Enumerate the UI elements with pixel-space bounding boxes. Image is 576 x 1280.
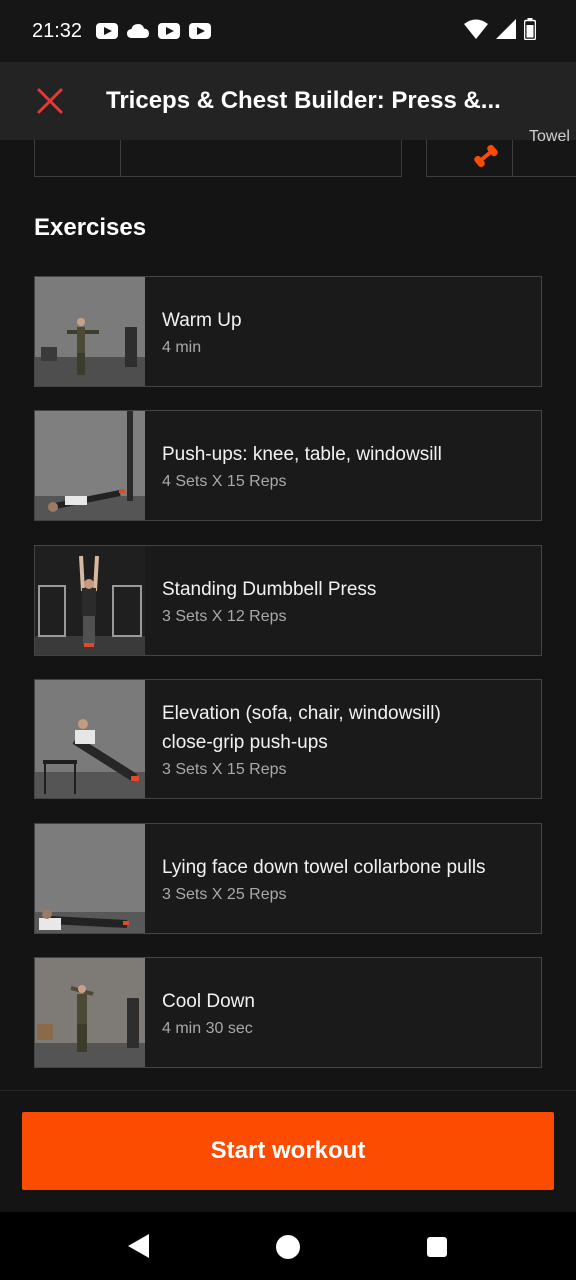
- exercise-thumbnail: [35, 958, 145, 1067]
- exercise-card[interactable]: Push-ups: knee, table, windowsill 4 Sets…: [34, 410, 542, 521]
- exercise-thumbnail: [35, 546, 145, 655]
- page-title: Triceps & Chest Builder: Press &...: [106, 87, 501, 114]
- close-icon: [37, 88, 63, 114]
- exercise-name: Elevation (sofa, chair, windowsill) clos…: [162, 703, 441, 753]
- exercise-card[interactable]: Warm Up 4 min: [34, 276, 542, 387]
- youtube-icon: [158, 23, 181, 39]
- section-title: Exercises: [34, 214, 147, 241]
- exercise-card[interactable]: Cool Down 4 min 30 sec: [34, 957, 542, 1068]
- start-workout-button[interactable]: Start workout: [22, 1112, 554, 1190]
- close-button[interactable]: [30, 81, 70, 121]
- battery-icon: [524, 18, 536, 40]
- back-icon[interactable]: [128, 1234, 150, 1258]
- exercise-detail: 4 min 30 sec: [162, 1020, 253, 1037]
- exercise-name: Push-ups: knee, table, windowsill: [162, 444, 442, 465]
- dumbbell-icon: [474, 144, 498, 168]
- card-divider: [120, 140, 121, 176]
- exercise-detail: 4 min: [162, 339, 202, 356]
- home-icon[interactable]: [276, 1235, 300, 1259]
- status-system-icons: [464, 18, 536, 40]
- bottom-divider: [0, 1090, 576, 1091]
- exercise-name: Standing Dumbbell Press: [162, 579, 377, 600]
- recents-icon[interactable]: [427, 1237, 447, 1257]
- app-header: Triceps & Chest Builder: Press &...: [0, 62, 576, 140]
- exercise-name: Warm Up: [162, 310, 242, 331]
- exercise-detail: 3 Sets X 25 Reps: [162, 886, 287, 903]
- exercise-card[interactable]: Elevation (sofa, chair, windowsill) clos…: [34, 679, 542, 799]
- card-divider: [512, 140, 513, 176]
- exercise-thumbnail: [35, 411, 145, 520]
- exercise-thumbnail: [35, 824, 145, 933]
- exercise-detail: 3 Sets X 15 Reps: [162, 761, 287, 778]
- exercise-name: Cool Down: [162, 991, 255, 1012]
- exercise-detail: 4 Sets X 15 Reps: [162, 473, 287, 490]
- status-bar: 21:32: [0, 0, 576, 62]
- exercise-thumbnail: [35, 277, 145, 386]
- signal-icon: [496, 19, 516, 39]
- youtube-icon: [96, 23, 119, 39]
- exercise-card[interactable]: Lying face down towel collarbone pulls 3…: [34, 823, 542, 934]
- exercise-thumbnail: [35, 680, 145, 798]
- exercise-name: Lying face down towel collarbone pulls: [162, 857, 486, 878]
- exercise-detail: 3 Sets X 12 Reps: [162, 608, 287, 625]
- navigation-bar: [0, 1212, 576, 1280]
- equipment-label: Towel: [529, 128, 570, 145]
- wifi-icon: [464, 19, 488, 39]
- equipment-card[interactable]: Towel: [426, 128, 576, 177]
- status-notification-icons: [96, 23, 212, 39]
- cloud-icon: [127, 24, 150, 38]
- equipment-card[interactable]: [34, 140, 402, 177]
- exercise-card[interactable]: Standing Dumbbell Press 3 Sets X 12 Reps: [34, 545, 542, 656]
- youtube-icon: [189, 23, 212, 39]
- status-time: 21:32: [32, 19, 83, 42]
